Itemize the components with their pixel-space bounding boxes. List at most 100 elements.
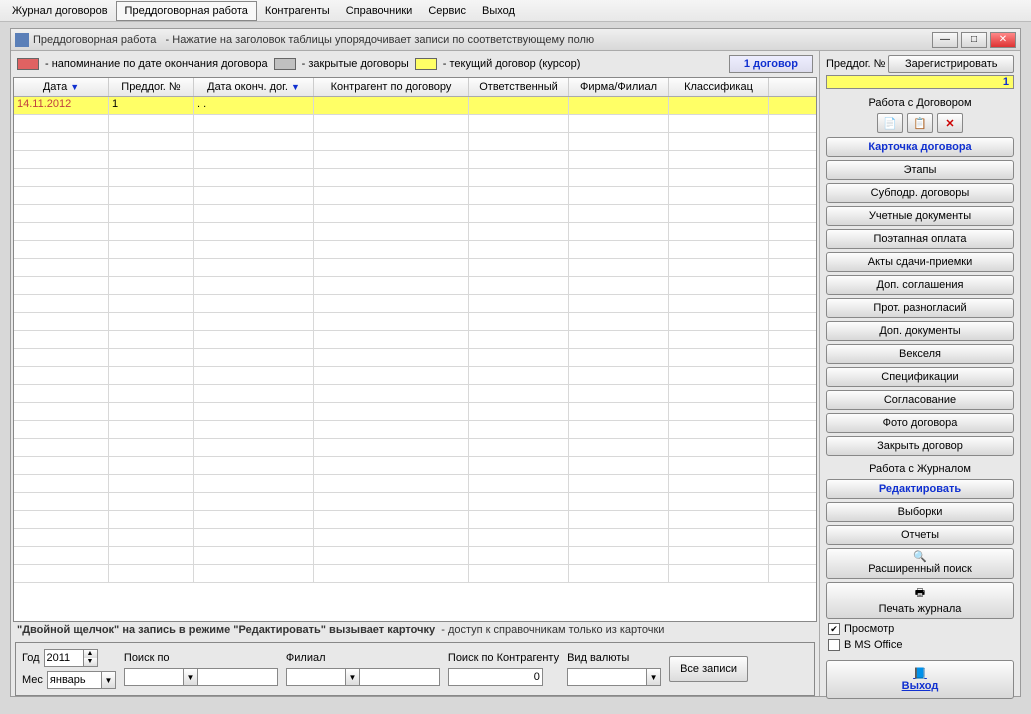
close-button[interactable]: ✕ [990, 32, 1016, 48]
additional-docs-button[interactable]: Доп. документы [826, 321, 1014, 341]
reports-button[interactable]: Отчеты [826, 525, 1014, 545]
contracts-grid[interactable]: Дата ▼ Преддог. № Дата оконч. дог. ▼ Кон… [13, 77, 817, 622]
specifications-button[interactable]: Спецификации [826, 367, 1014, 387]
subcontracts-button[interactable]: Субподр. договоры [826, 183, 1014, 203]
exit-button[interactable]: 📘 Выход [826, 660, 1014, 699]
edit-button[interactable]: Редактировать [826, 479, 1014, 499]
table-row[interactable] [14, 259, 816, 277]
search-value-input[interactable] [198, 668, 278, 686]
table-row[interactable] [14, 421, 816, 439]
protocols-button[interactable]: Прот. разногласий [826, 298, 1014, 318]
record-count: 1 договор [729, 55, 813, 73]
branch-select[interactable] [286, 668, 346, 686]
table-row[interactable] [14, 349, 816, 367]
search-field-select[interactable] [124, 668, 184, 686]
table-row[interactable] [14, 565, 816, 583]
year-spinner[interactable]: ▲▼ [44, 649, 98, 667]
table-row[interactable] [14, 151, 816, 169]
child-window: Преддоговорная работа - Нажатие на загол… [10, 28, 1021, 697]
chevron-down-icon[interactable]: ▼ [102, 671, 116, 689]
table-row[interactable] [14, 511, 816, 529]
grid-body[interactable]: 14.11.20121 . . [14, 97, 816, 621]
table-row[interactable] [14, 475, 816, 493]
section-contract-title: Работа с Договором [826, 95, 1014, 111]
stage-payment-button[interactable]: Поэтапная оплата [826, 229, 1014, 249]
table-row[interactable] [14, 277, 816, 295]
branch-label: Филиал [286, 652, 440, 664]
col-contragent[interactable]: Контрагент по договору [314, 78, 469, 96]
stages-button[interactable]: Этапы [826, 160, 1014, 180]
register-button[interactable]: Зарегистрировать [888, 55, 1014, 73]
table-row[interactable] [14, 115, 816, 133]
chevron-down-icon[interactable]: ▼ [647, 668, 661, 686]
col-branch[interactable]: Фирма/Филиал [569, 78, 669, 96]
table-row[interactable] [14, 385, 816, 403]
col-date[interactable]: Дата ▼ [14, 78, 109, 96]
filter-panel: Год ▲▼ Мес ▼ Пои [15, 642, 815, 696]
table-row[interactable] [14, 205, 816, 223]
bills-button[interactable]: Векселя [826, 344, 1014, 364]
menu-journal[interactable]: Журнал договоров [4, 2, 116, 20]
table-row[interactable] [14, 547, 816, 565]
acceptance-acts-button[interactable]: Акты сдачи-приемки [826, 252, 1014, 272]
table-row[interactable] [14, 241, 816, 259]
menu-contragents[interactable]: Контрагенты [257, 2, 338, 20]
currency-select[interactable] [567, 668, 647, 686]
col-enddate[interactable]: Дата оконч. дог. ▼ [194, 78, 314, 96]
search-icon: 🔍 [829, 550, 1011, 563]
table-row[interactable] [14, 331, 816, 349]
contract-card-button[interactable]: Карточка договора [826, 137, 1014, 157]
table-row[interactable] [14, 169, 816, 187]
all-records-button[interactable]: Все записи [669, 656, 748, 682]
currency-label: Вид валюты [567, 652, 661, 664]
table-row[interactable] [14, 223, 816, 241]
addendums-button[interactable]: Доп. соглашения [826, 275, 1014, 295]
msoffice-checkbox[interactable] [828, 639, 840, 651]
close-contract-button[interactable]: Закрыть договор [826, 436, 1014, 456]
col-class[interactable]: Классификац [669, 78, 769, 96]
table-row[interactable] [14, 529, 816, 547]
year-label: Год [22, 652, 40, 664]
table-row[interactable] [14, 313, 816, 331]
copy-icon[interactable]: 📋 [907, 113, 933, 133]
table-row[interactable] [14, 493, 816, 511]
month-label: Мес [22, 674, 43, 686]
table-row[interactable] [14, 457, 816, 475]
table-row[interactable] [14, 439, 816, 457]
menu-precontract[interactable]: Преддоговорная работа [116, 1, 257, 21]
maximize-button[interactable]: □ [961, 32, 987, 48]
delete-icon[interactable]: ✕ [937, 113, 963, 133]
branch-value-input[interactable] [360, 668, 440, 686]
printer-icon: 🖶 [829, 584, 1011, 603]
advanced-search-button[interactable]: 🔍 Расширенный поиск [826, 548, 1014, 579]
table-row[interactable] [14, 187, 816, 205]
legend-swatch-gray [274, 58, 296, 70]
print-journal-button[interactable]: 🖶 Печать журнала [826, 582, 1014, 619]
search-label: Поиск по [124, 652, 278, 664]
month-select[interactable] [47, 671, 102, 689]
menu-service[interactable]: Сервис [420, 2, 474, 20]
table-row[interactable]: 14.11.20121 . . [14, 97, 816, 115]
table-row[interactable] [14, 403, 816, 421]
year-input[interactable] [44, 649, 84, 667]
accounting-docs-button[interactable]: Учетные документы [826, 206, 1014, 226]
contragent-search-input[interactable] [448, 668, 543, 686]
minimize-button[interactable]: — [932, 32, 958, 48]
table-row[interactable] [14, 133, 816, 151]
menu-exit[interactable]: Выход [474, 2, 523, 20]
preview-checkbox[interactable]: ✔ [828, 623, 840, 635]
predog-number-input[interactable] [826, 75, 1014, 89]
table-row[interactable] [14, 295, 816, 313]
table-row[interactable] [14, 367, 816, 385]
col-no[interactable]: Преддог. № [109, 78, 194, 96]
menu-dictionaries[interactable]: Справочники [338, 2, 421, 20]
contract-photo-button[interactable]: Фото договора [826, 413, 1014, 433]
approval-button[interactable]: Согласование [826, 390, 1014, 410]
chevron-down-icon[interactable]: ▼ [346, 668, 360, 686]
new-doc-icon[interactable]: 📄 [877, 113, 903, 133]
chevron-down-icon[interactable]: ▼ [184, 668, 198, 686]
legend-swatch-red [17, 58, 39, 70]
selections-button[interactable]: Выборки [826, 502, 1014, 522]
col-responsible[interactable]: Ответственный [469, 78, 569, 96]
legend-swatch-yellow [415, 58, 437, 70]
